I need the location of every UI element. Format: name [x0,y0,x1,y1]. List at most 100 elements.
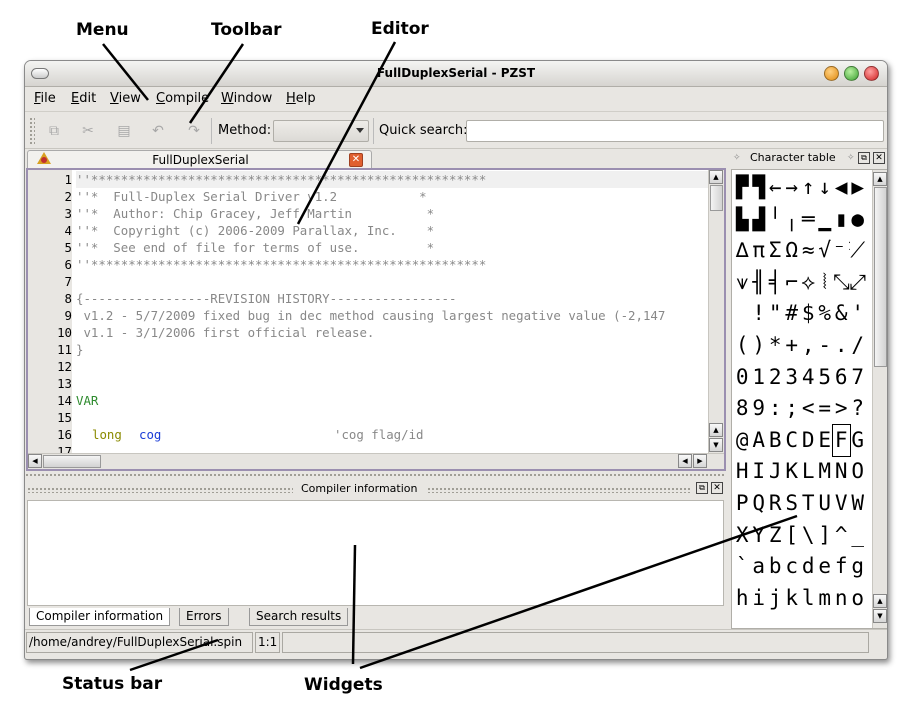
char-cell[interactable]: [ [784,520,801,552]
char-cell[interactable]: Y [751,520,768,552]
char-cell[interactable]: ⦚ [817,267,834,299]
char-cell[interactable]: ═ [800,204,817,236]
scroll-left-icon-2[interactable]: ◀ [678,454,692,468]
char-cell[interactable]: D [800,425,817,457]
char-cell[interactable]: 2 [767,362,784,394]
close-button[interactable] [864,66,879,81]
char-cell[interactable]: 1 [751,362,768,394]
char-cell[interactable]: 0 [734,362,751,394]
char-cell[interactable]: N [833,456,850,488]
char-cell[interactable]: Ω [784,235,801,267]
quick-search-input[interactable] [466,120,884,142]
char-cell[interactable]: ≈ [800,235,817,267]
char-cell[interactable]: d [800,551,817,583]
char-cell[interactable]: ⤢ [850,267,867,299]
char-cell[interactable]: ) [751,330,768,362]
char-cell[interactable]: 9 [751,393,768,425]
menu-file[interactable]: File [34,91,56,106]
code-editor[interactable]: 1 2 3 4 5 6 7 8 9 10 11 12 13 14 15 16 17 ''************… [26,168,726,471]
char-cell[interactable]: E [817,425,834,457]
char-cell[interactable]: ● [850,204,867,236]
char-cell[interactable]: L [800,456,817,488]
menu-window[interactable]: Window [221,91,272,106]
paste-icon[interactable]: ▤ [115,122,133,140]
char-cell[interactable]: ▶ [850,172,867,204]
menu-view[interactable]: View [110,91,141,106]
char-cell[interactable]: i [751,583,768,615]
char-cell[interactable]: T [800,488,817,520]
char-cell[interactable]: G [850,425,867,457]
char-cell[interactable]: ← [767,172,784,204]
char-scroll-down-icon[interactable]: ▼ [873,609,887,623]
char-cell[interactable]: ; [784,393,801,425]
char-cell[interactable]: + [784,330,801,362]
char-cell[interactable]: ◀ [833,172,850,204]
char-cell[interactable]: ╢ [751,267,768,299]
menu-compile[interactable]: Compile [156,91,209,106]
char-cell[interactable]: J [767,456,784,488]
char-cell[interactable]: ⁻¹ [833,235,850,267]
char-cell[interactable]: j [767,583,784,615]
char-cell[interactable]: 7 [850,362,867,394]
redo-icon[interactable]: ↷ [185,122,203,140]
char-cell[interactable]: Z [767,520,784,552]
char-cell[interactable]: C [784,425,801,457]
splitter-handle[interactable] [25,473,725,478]
copy-icon[interactable]: ⧉ [45,122,63,140]
char-cell[interactable]: 4 [800,362,817,394]
char-cell[interactable]: * [767,330,784,362]
char-cell[interactable]: # [784,298,801,330]
char-cell[interactable]: ▮ [833,204,850,236]
char-cell[interactable]: m [817,583,834,615]
char-cell[interactable]: ╷ [784,204,801,236]
char-cell[interactable]: @ [734,425,751,457]
char-cell[interactable]: M [817,456,834,488]
char-scroll-up-icon-2[interactable]: ▲ [873,594,887,608]
char-cell[interactable]: % [817,298,834,330]
char-cell[interactable]: " [767,298,784,330]
compiler-close-button[interactable]: ✕ [711,482,723,494]
editor-hscroll-thumb[interactable] [43,455,101,468]
char-cell[interactable]: ▙ [734,204,751,236]
char-cell[interactable]: e [817,551,834,583]
char-cell[interactable]: → [784,172,801,204]
compiler-output[interactable] [27,500,724,606]
char-cell[interactable]: n [833,583,850,615]
scroll-down-icon[interactable]: ▼ [709,438,723,452]
tab-compiler-information[interactable]: Compiler information [29,608,171,626]
scroll-up-icon[interactable]: ▲ [709,170,723,184]
char-cell[interactable]: = [817,393,834,425]
char-table-scrollbar[interactable]: ▲ ▲ ▼ [872,170,887,628]
char-scroll-up-icon[interactable]: ▲ [873,172,887,186]
char-cell[interactable]: ╵ [767,204,784,236]
char-cell[interactable]: 3 [784,362,801,394]
char-cell[interactable]: ▁ [817,204,834,236]
editor-horizontal-scrollbar[interactable]: ◀ ◀ ▶ [28,453,724,469]
toolbar-grip[interactable] [29,117,35,145]
char-cell[interactable]: ? [850,393,867,425]
char-cell[interactable]: - [817,330,834,362]
menu-edit[interactable]: Edit [71,91,96,106]
char-cell[interactable]: ▟ [751,204,768,236]
scroll-right-icon[interactable]: ▶ [693,454,707,468]
char-cell[interactable]: √ [817,235,834,267]
char-cell[interactable]: 6 [833,362,850,394]
char-cell[interactable]: l [800,583,817,615]
char-cell[interactable]: g [850,551,867,583]
char-cell[interactable]: ∆ [734,235,751,267]
char-cell[interactable]: ! [751,298,768,330]
char-cell[interactable]: ╡ [767,267,784,299]
char-cell[interactable]: ⟋ [850,235,867,267]
char-cell[interactable]: π [751,235,768,267]
char-cell[interactable]: b [767,551,784,583]
char-cell[interactable]: R [767,488,784,520]
char-cell[interactable]: < [800,393,817,425]
char-cell[interactable]: ] [817,520,834,552]
char-cell[interactable]: . [833,330,850,362]
char-cell[interactable]: ` [734,551,751,583]
char-cell[interactable]: : [767,393,784,425]
scroll-left-icon[interactable]: ◀ [28,454,42,468]
char-cell[interactable]: \ [800,520,817,552]
char-cell[interactable]: P [734,488,751,520]
char-table-float-button[interactable]: ⧉ [858,152,870,164]
